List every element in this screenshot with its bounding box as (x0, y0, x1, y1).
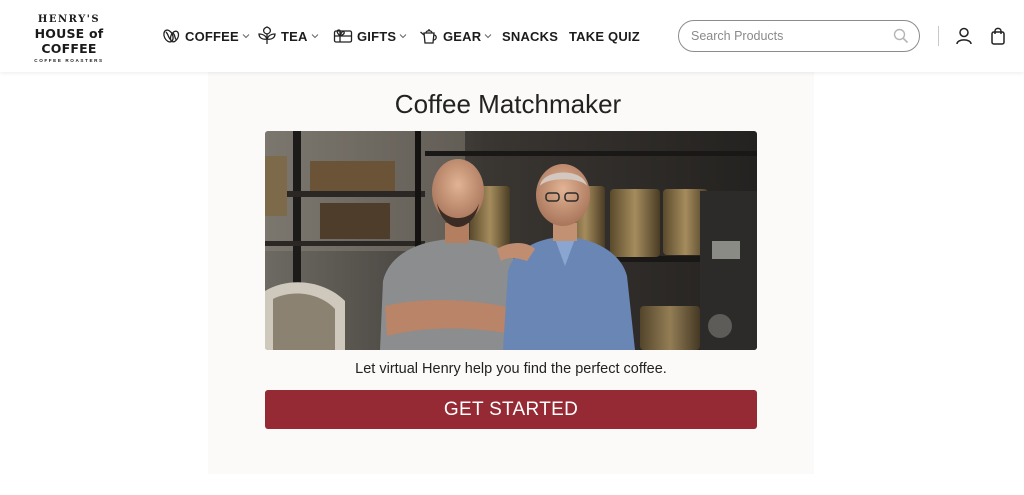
kettle-icon (419, 26, 439, 46)
gift-card-icon (333, 26, 353, 46)
tea-leaf-icon (257, 26, 277, 46)
shopping-bag-icon[interactable] (988, 26, 1008, 46)
tagline-text: Let virtual Henry help you find the perf… (355, 361, 667, 377)
logo-line-1: HENRY'S (37, 14, 101, 25)
search-icon[interactable] (893, 28, 909, 44)
search-input[interactable] (691, 21, 887, 51)
nav-label-take-quiz: TAKE QUIZ (569, 28, 640, 44)
search-box (678, 20, 920, 52)
nav-item-gifts[interactable]: GIFTS (333, 0, 407, 72)
nav-label-snacks: SNACKS (502, 28, 559, 44)
chevron-down-icon (484, 32, 492, 40)
coffee-bean-icon (161, 26, 181, 46)
nav-label-gifts: GIFTS (357, 28, 397, 44)
page-title: Coffee Matchmaker (394, 89, 622, 119)
nav-item-snacks[interactable]: SNACKS (502, 0, 558, 72)
chevron-down-icon (242, 32, 250, 40)
nav-item-gear[interactable]: GEAR (419, 0, 492, 72)
site-header: HENRY'S HOUSE of COFFEE COFFEE ROASTERS … (0, 0, 1024, 72)
chevron-down-icon (399, 32, 407, 40)
nav-item-take-quiz[interactable]: TAKE QUIZ (569, 0, 640, 72)
nav-label-gear: GEAR (443, 28, 482, 44)
logo-line-3: COFFEE ROASTERS (34, 58, 104, 63)
nav-item-tea[interactable]: TEA (257, 0, 319, 72)
logo-line-2: HOUSE of COFFEE (34, 26, 104, 56)
chevron-down-icon (311, 32, 319, 40)
nav-item-coffee[interactable]: COFFEE (161, 0, 250, 72)
nav-label-tea: TEA (281, 28, 308, 44)
header-divider (938, 26, 939, 46)
account-icon[interactable] (954, 26, 974, 46)
hero-image (265, 131, 757, 350)
get-started-button[interactable]: GET STARTED (265, 390, 757, 429)
nav-label-coffee: COFFEE (185, 28, 239, 44)
site-logo[interactable]: HENRY'S HOUSE of COFFEE COFFEE ROASTERS (13, 14, 125, 63)
